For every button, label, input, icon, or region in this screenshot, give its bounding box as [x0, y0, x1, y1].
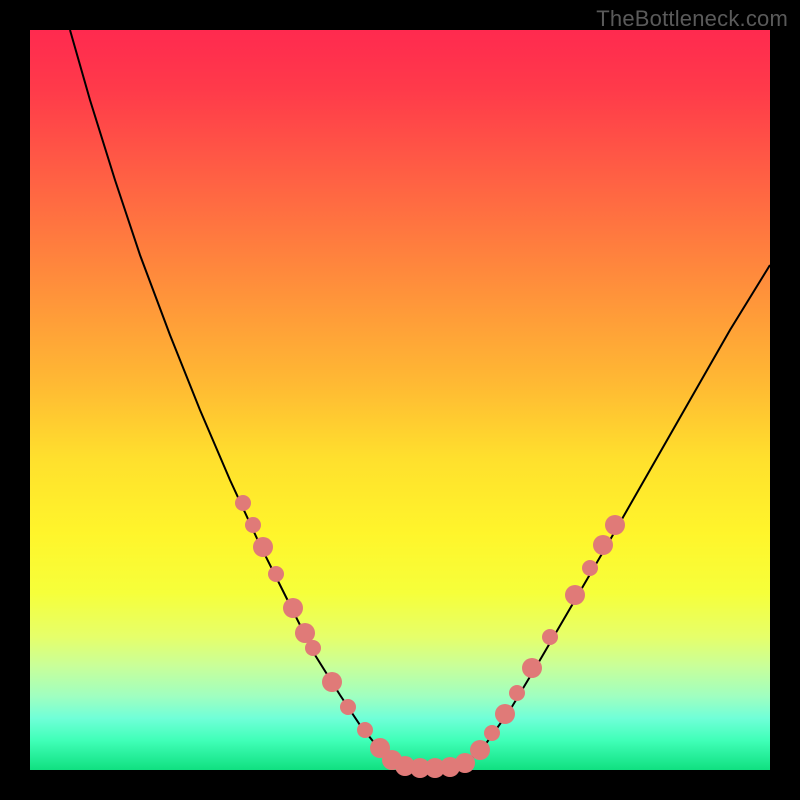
- marker-dot: [605, 515, 625, 535]
- marker-dot: [322, 672, 342, 692]
- marker-dot: [245, 517, 261, 533]
- marker-dot: [253, 537, 273, 557]
- marker-dot: [484, 725, 500, 741]
- marker-dot: [305, 640, 321, 656]
- marker-dot: [283, 598, 303, 618]
- marker-dot: [295, 623, 315, 643]
- chart-frame: TheBottleneck.com: [0, 0, 800, 800]
- marker-dot: [565, 585, 585, 605]
- marker-dot: [582, 560, 598, 576]
- marker-dot: [470, 740, 490, 760]
- marker-dot: [509, 685, 525, 701]
- marker-dot: [542, 629, 558, 645]
- marker-dot: [268, 566, 284, 582]
- marker-dot: [235, 495, 251, 511]
- marker-dot: [357, 722, 373, 738]
- chart-svg: [30, 30, 770, 770]
- marker-dot: [522, 658, 542, 678]
- curve-left: [70, 30, 395, 765]
- marker-dot: [593, 535, 613, 555]
- marker-dot: [340, 699, 356, 715]
- curve-markers: [235, 495, 625, 778]
- watermark-text: TheBottleneck.com: [596, 6, 788, 32]
- marker-dot: [495, 704, 515, 724]
